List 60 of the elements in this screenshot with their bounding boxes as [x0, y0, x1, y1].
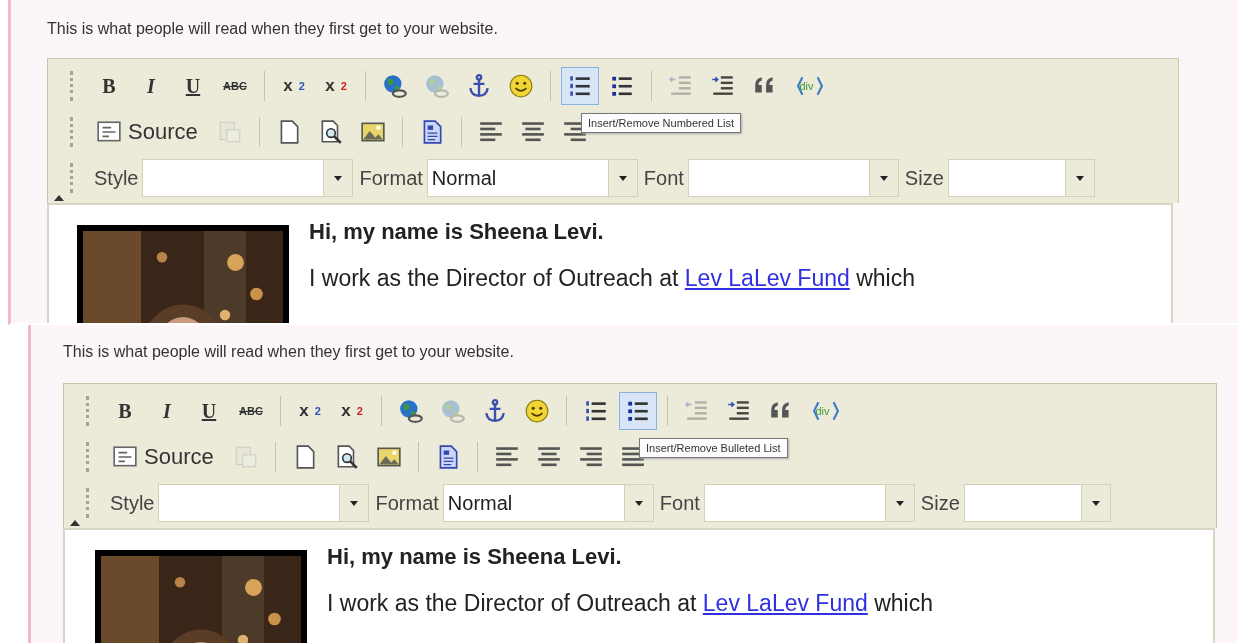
dropdown-field[interactable] [687, 159, 899, 197]
dropdown-field[interactable] [963, 484, 1111, 522]
paragraph: I work as the Director of Outreach at Lev LaLev Fund which [309, 265, 915, 292]
bold-button[interactable]: B [106, 392, 144, 430]
dropdown-field[interactable] [142, 159, 354, 197]
numbered-list-button[interactable] [561, 67, 599, 105]
strike-button[interactable]: ABC [216, 67, 254, 105]
editor-content[interactable]: Hi, my name is Sheena Levi. I work as the Director of Outreach at Lev LaLev Fund which [63, 528, 1215, 643]
anchor-icon [482, 398, 508, 424]
editor-content[interactable]: Hi, my name is Sheena Levi. I work as the Director of Outreach at Lev LaLev Fund which [47, 203, 1173, 323]
bold-button[interactable]: B [90, 67, 128, 105]
strike-button[interactable]: ABC [232, 392, 270, 430]
dropdown-field[interactable]: Normal [442, 484, 654, 522]
tooltip: Insert/Remove Numbered List [581, 113, 742, 133]
italic-button[interactable]: I [132, 67, 170, 105]
source-button[interactable]: Source [90, 113, 207, 151]
source-button[interactable]: Source [106, 438, 223, 476]
intro-text: This is what people will read when they first get to your website. [63, 342, 515, 362]
caret-icon [618, 175, 627, 181]
combo-label: Size [920, 491, 960, 515]
bulleted-list-button[interactable] [619, 392, 657, 430]
combo-label: Font [643, 166, 684, 190]
combo-label: Size [904, 166, 944, 190]
link[interactable]: Lev LaLev Fund [702, 590, 868, 616]
paragraph: I work as the Director of Outreach at Lev LaLev Fund which [327, 590, 933, 617]
collapse-icon[interactable] [70, 520, 80, 526]
globe-link-icon [424, 73, 450, 99]
underline-button[interactable]: U [190, 392, 228, 430]
numbered-list-icon [567, 73, 593, 99]
combo-label: Font [659, 491, 700, 515]
globe-link-icon [382, 73, 408, 99]
dropdown-field[interactable] [947, 159, 1095, 197]
heading: Hi, my name is Sheena Levi. [309, 219, 605, 245]
caret-icon [895, 500, 904, 506]
dropdown-field[interactable] [158, 484, 370, 522]
intro-text: This is what people will read when they first get to your website. [47, 19, 499, 39]
dropdown-field[interactable]: Normal [426, 159, 638, 197]
combo-label: Style [94, 166, 139, 190]
caret-icon [334, 175, 343, 181]
caret-icon [350, 500, 359, 506]
combo-label: Format [359, 166, 423, 190]
smiley-icon [524, 398, 550, 424]
underline-button[interactable]: U [174, 67, 212, 105]
link[interactable]: Lev LaLev Fund [684, 265, 850, 291]
globe-link-icon [398, 398, 424, 424]
caret-icon [1091, 500, 1100, 506]
anchor-icon [466, 73, 492, 99]
collapse-icon[interactable] [54, 195, 64, 201]
numbered-list-icon [583, 398, 609, 424]
caret-icon [634, 500, 643, 506]
smiley-icon [508, 73, 534, 99]
dropdown-field[interactable] [703, 484, 915, 522]
caret-icon [1075, 175, 1084, 181]
combo-label: Style [110, 491, 155, 515]
caret-icon [879, 175, 888, 181]
italic-button[interactable]: I [148, 392, 186, 430]
heading: Hi, my name is Sheena Levi. [327, 544, 623, 570]
tooltip: Insert/Remove Bulleted List [639, 438, 788, 458]
combo-label: Format [375, 491, 439, 515]
globe-link-icon [440, 398, 466, 424]
